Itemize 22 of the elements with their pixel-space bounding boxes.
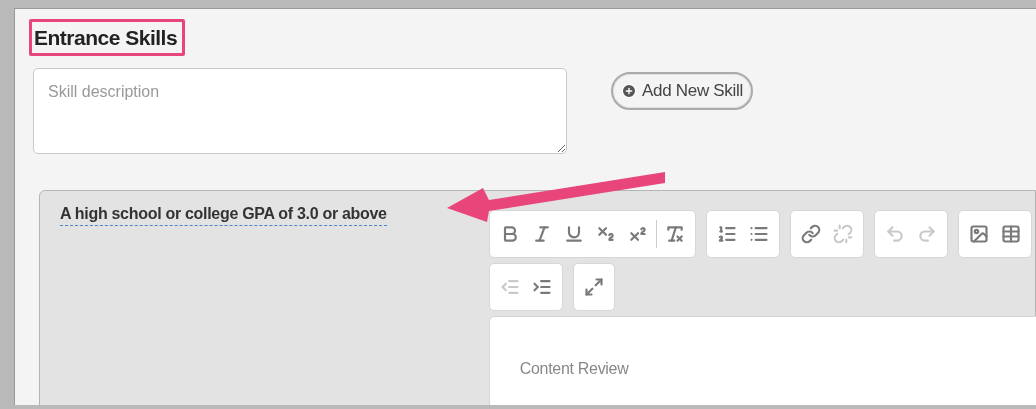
- image-icon: [968, 224, 989, 244]
- editor-text: Content Review: [519, 360, 630, 378]
- redo-icon: [916, 224, 937, 244]
- subscript-icon: [595, 224, 616, 244]
- undo-icon: [884, 224, 905, 244]
- skill-title[interactable]: A high school or college GPA of 3.0 or above: [60, 205, 387, 226]
- superscript-icon: [627, 224, 648, 244]
- table-icon: [1000, 224, 1021, 244]
- bullet-list-icon: [748, 224, 769, 244]
- skill-description-field[interactable]: Skill description: [33, 68, 567, 154]
- editor-area[interactable]: Content Review: [488, 316, 1036, 405]
- section-title: Entrance Skills: [29, 19, 186, 56]
- add-skill-button[interactable]: Add New Skill: [611, 72, 753, 110]
- maximize-icon: [583, 277, 604, 297]
- unlink-icon: [832, 224, 853, 244]
- link-icon: [800, 224, 821, 244]
- outdent-icon: [499, 277, 520, 297]
- plus-icon: [621, 83, 637, 99]
- clear-format-icon: [664, 224, 685, 244]
- underline-icon: [563, 224, 584, 244]
- numbered-list-icon: [716, 224, 737, 244]
- indent-icon: [531, 277, 552, 297]
